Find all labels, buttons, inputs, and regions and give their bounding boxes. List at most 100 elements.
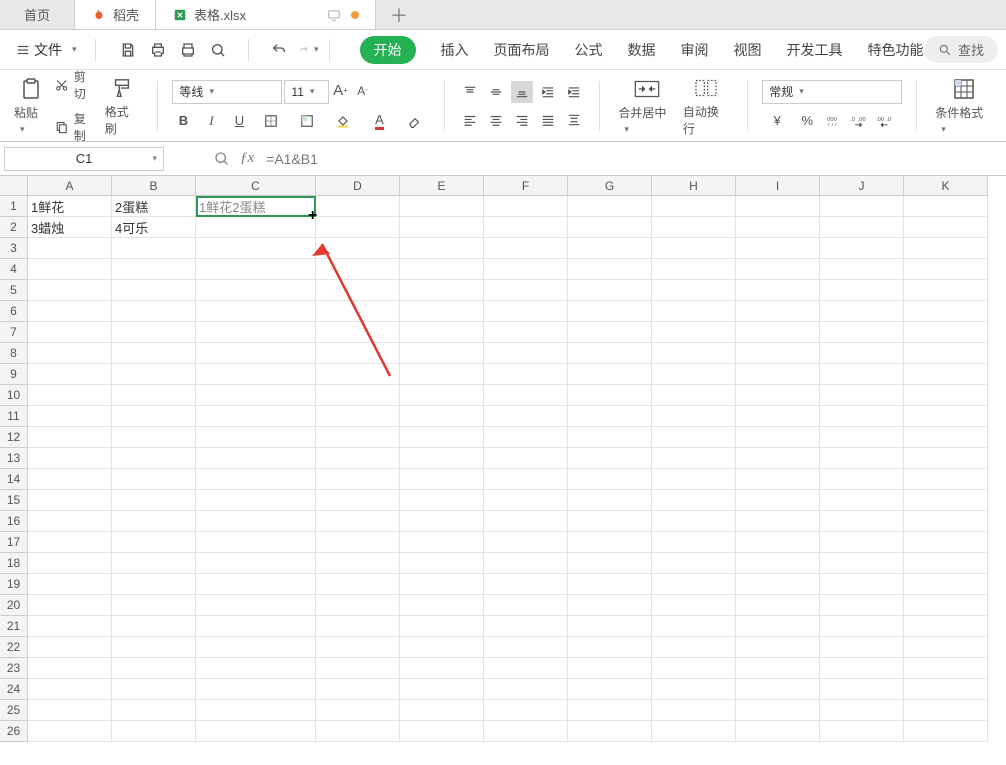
cell[interactable] xyxy=(400,637,484,658)
cell[interactable] xyxy=(28,511,112,532)
row-header[interactable]: 15 xyxy=(0,490,28,511)
cell[interactable] xyxy=(28,238,112,259)
cell[interactable] xyxy=(736,280,820,301)
cell[interactable] xyxy=(568,364,652,385)
cell[interactable] xyxy=(316,574,400,595)
ribbon-tab-review[interactable]: 审阅 xyxy=(681,40,709,60)
cell[interactable] xyxy=(400,343,484,364)
cell[interactable] xyxy=(736,595,820,616)
row-header[interactable]: 10 xyxy=(0,385,28,406)
cell[interactable] xyxy=(196,301,316,322)
row-header[interactable]: 6 xyxy=(0,301,28,322)
cell[interactable] xyxy=(28,406,112,427)
cell[interactable] xyxy=(112,616,196,637)
cell[interactable] xyxy=(28,637,112,658)
increase-decimal-button[interactable]: .0.00 xyxy=(848,110,870,132)
cell[interactable] xyxy=(196,700,316,721)
cell[interactable] xyxy=(112,448,196,469)
cell[interactable] xyxy=(316,553,400,574)
cell[interactable] xyxy=(736,364,820,385)
cell[interactable] xyxy=(28,616,112,637)
row-header[interactable]: 12 xyxy=(0,427,28,448)
cell[interactable] xyxy=(484,343,568,364)
cell[interactable] xyxy=(112,637,196,658)
cell[interactable] xyxy=(736,553,820,574)
cell[interactable] xyxy=(28,700,112,721)
cell[interactable] xyxy=(904,259,988,280)
borders-button[interactable] xyxy=(256,110,286,132)
cell[interactable] xyxy=(652,343,736,364)
cell[interactable] xyxy=(904,679,988,700)
cell[interactable] xyxy=(484,679,568,700)
redo-button[interactable] xyxy=(299,40,319,60)
cell[interactable] xyxy=(196,259,316,280)
cell[interactable] xyxy=(652,196,736,217)
cell[interactable] xyxy=(484,196,568,217)
save-button[interactable] xyxy=(118,40,138,60)
cell[interactable] xyxy=(820,301,904,322)
cell[interactable] xyxy=(820,343,904,364)
ribbon-tab-start[interactable]: 开始 xyxy=(360,36,416,64)
row-header[interactable]: 14 xyxy=(0,469,28,490)
cell[interactable] xyxy=(904,721,988,742)
row-header[interactable]: 13 xyxy=(0,448,28,469)
cell[interactable] xyxy=(904,658,988,679)
row-header[interactable]: 7 xyxy=(0,322,28,343)
copy-button[interactable]: 复制 xyxy=(55,110,96,144)
cell[interactable] xyxy=(736,217,820,238)
cell[interactable] xyxy=(568,553,652,574)
cell[interactable] xyxy=(652,637,736,658)
cell[interactable] xyxy=(316,637,400,658)
cell[interactable] xyxy=(904,490,988,511)
bold-button[interactable]: B xyxy=(172,110,194,132)
tab-home[interactable]: 首页 xyxy=(0,0,75,29)
cell[interactable] xyxy=(112,427,196,448)
cell[interactable] xyxy=(652,469,736,490)
cell[interactable]: 1鲜花 xyxy=(28,196,112,217)
cell[interactable] xyxy=(652,490,736,511)
cell[interactable] xyxy=(568,574,652,595)
cell[interactable] xyxy=(568,259,652,280)
ribbon-tab-special[interactable]: 特色功能 xyxy=(868,40,924,60)
cell[interactable] xyxy=(904,700,988,721)
align-left-button[interactable] xyxy=(459,109,481,131)
cell[interactable] xyxy=(316,532,400,553)
cell[interactable] xyxy=(820,511,904,532)
cell[interactable] xyxy=(400,658,484,679)
font-color-button[interactable]: A xyxy=(364,110,394,132)
cell[interactable] xyxy=(904,364,988,385)
cell[interactable] xyxy=(196,595,316,616)
cell[interactable] xyxy=(400,553,484,574)
row-header[interactable]: 17 xyxy=(0,532,28,553)
row-header[interactable]: 23 xyxy=(0,658,28,679)
cell[interactable] xyxy=(568,406,652,427)
tab-shell[interactable]: 稻壳 xyxy=(75,0,156,29)
cell[interactable] xyxy=(196,280,316,301)
cell[interactable] xyxy=(316,469,400,490)
formula-input[interactable]: =A1&B1 xyxy=(266,147,1006,171)
cell[interactable] xyxy=(736,574,820,595)
cell[interactable] xyxy=(400,595,484,616)
cell[interactable] xyxy=(484,406,568,427)
cell[interactable] xyxy=(904,595,988,616)
cell[interactable] xyxy=(736,322,820,343)
currency-button[interactable]: ¥ xyxy=(762,110,792,132)
cell[interactable] xyxy=(316,217,400,238)
cell[interactable] xyxy=(484,616,568,637)
column-header[interactable]: K xyxy=(904,176,988,196)
cell[interactable] xyxy=(568,511,652,532)
column-header[interactable]: H xyxy=(652,176,736,196)
cell[interactable] xyxy=(652,301,736,322)
cell[interactable] xyxy=(736,385,820,406)
cell[interactable] xyxy=(196,574,316,595)
cell[interactable] xyxy=(820,322,904,343)
cell[interactable] xyxy=(652,280,736,301)
cell[interactable] xyxy=(400,511,484,532)
column-header[interactable]: E xyxy=(400,176,484,196)
cell[interactable] xyxy=(316,322,400,343)
ribbon-tab-insert[interactable]: 插入 xyxy=(441,40,469,60)
cell[interactable] xyxy=(568,721,652,742)
cell[interactable] xyxy=(568,385,652,406)
cell[interactable] xyxy=(736,658,820,679)
cell[interactable] xyxy=(484,364,568,385)
